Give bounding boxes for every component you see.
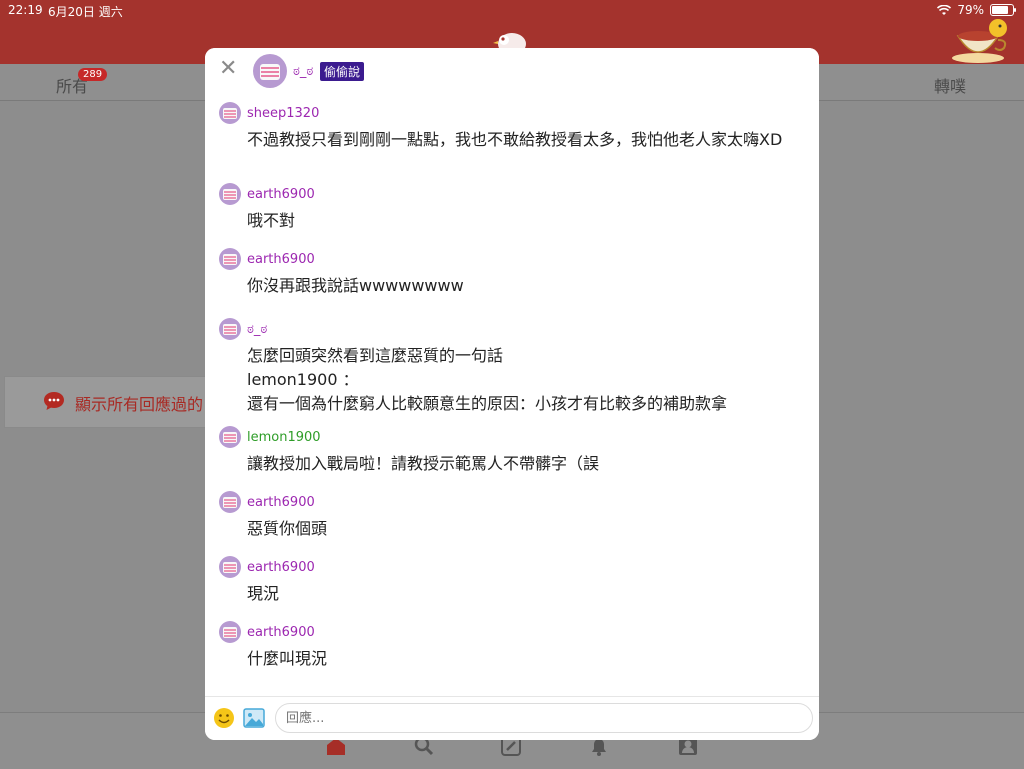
message-username[interactable]: lemon1900: [247, 430, 321, 445]
image-icon[interactable]: [243, 708, 265, 728]
message-item: earth6900 什麼叫現況: [219, 621, 809, 686]
message-text: 哦不對: [247, 211, 296, 230]
message-username[interactable]: earth6900: [247, 625, 315, 640]
user-avatar[interactable]: [219, 426, 241, 448]
message-item: lemon1900 讓教授加入戰局啦！請教授示範罵人不帶髒字（誤: [219, 426, 809, 491]
message-text: 什麼叫現況: [247, 649, 328, 668]
modal-header: ✕ ಠ_ಠ 偷偷說: [205, 48, 819, 94]
status-bar: 22:19 6月20日 週六 79%: [0, 0, 1024, 20]
message-text: 不過教授只看到剛剛一點點，我也不敢給教授看太多，我怕他老人家太嗨XD: [247, 130, 783, 149]
user-avatar[interactable]: [219, 102, 241, 124]
message-username[interactable]: earth6900: [247, 187, 315, 202]
message-username[interactable]: earth6900: [247, 252, 315, 267]
message-username[interactable]: earth6900: [247, 495, 315, 510]
message-text: 讓教授加入戰局啦！請教授示範罵人不帶髒字（誤: [247, 454, 600, 473]
show-all-label: 顯示所有回應過的: [75, 395, 204, 414]
message-item: earth6900 惡質你個頭: [219, 491, 809, 556]
plurk-response-modal: ✕ ಠ_ಠ 偷偷說 跟你說話沒樂趣〜 sheep1320不過教授只看到剛剛一點點…: [205, 48, 819, 740]
status-time: 22:19: [8, 3, 43, 17]
message-text: 怎麼回頭突然看到這麼惡質的一句話 lemon1900 ： 還有一個為什麼窮人比較…: [247, 346, 728, 413]
message-text: 你沒再跟我說話wwwwwwww: [247, 276, 464, 295]
tab-forward[interactable]: 轉噗: [934, 73, 966, 97]
show-all-responded-button[interactable]: 顯示所有回應過的: [4, 376, 216, 428]
message-item: earth6900 哦不對: [219, 183, 809, 248]
status-date: 6月20日 週六: [48, 5, 123, 19]
mascot-cup-icon[interactable]: [948, 18, 1014, 64]
response-feed[interactable]: 跟你說話沒樂趣〜 sheep1320不過教授只看到剛剛一點點，我也不敢給教授看太…: [205, 84, 819, 696]
message-text: 惡質你個頭: [247, 519, 328, 538]
user-avatar[interactable]: [219, 491, 241, 513]
user-avatar[interactable]: [219, 556, 241, 578]
battery-percent: 79%: [957, 3, 984, 17]
author-avatar[interactable]: [253, 54, 287, 88]
status-right: 79%: [937, 3, 1016, 17]
whisper-tag: 偷偷說: [320, 62, 365, 81]
message-username[interactable]: earth6900: [247, 560, 315, 575]
message-username[interactable]: ಠ_ಠ: [247, 322, 267, 337]
wifi-icon: [937, 4, 952, 15]
unread-count-badge: 289: [78, 68, 108, 81]
reply-bar: [205, 696, 819, 740]
smiley-icon[interactable]: [213, 707, 235, 729]
author-name[interactable]: ಠ_ಠ: [293, 64, 313, 79]
user-avatar[interactable]: [219, 621, 241, 643]
message-item: earth6900 現況: [219, 556, 809, 621]
message-item: earth6900 你沒再跟我說話wwwwwwww: [219, 248, 809, 318]
user-avatar[interactable]: [219, 318, 241, 340]
battery-icon: [990, 4, 1016, 16]
chat-bubble-icon: [44, 392, 64, 410]
close-icon[interactable]: ✕: [219, 58, 237, 80]
message-item: sheep1320 不過教授只看到剛剛一點點，我也不敢給教授看太多，我怕他老人家太…: [219, 102, 809, 183]
user-avatar[interactable]: [219, 183, 241, 205]
user-avatar[interactable]: [219, 248, 241, 270]
message-text: 現況: [247, 584, 280, 603]
message-username[interactable]: sheep1320: [247, 106, 319, 121]
reply-input[interactable]: [275, 703, 813, 733]
message-item: ಠ_ಠ 怎麼回頭突然看到這麼惡質的一句話 lemon1900 ： 還有一個為什麼窮…: [219, 318, 809, 426]
